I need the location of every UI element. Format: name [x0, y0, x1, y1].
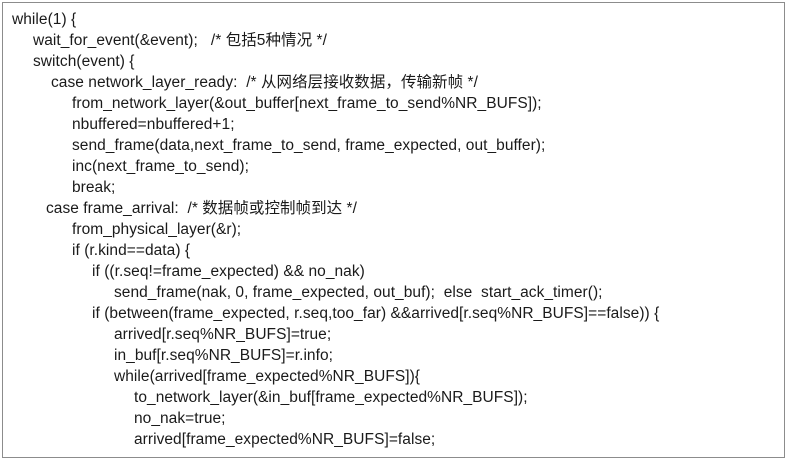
code-text: send_frame(data,next_frame_to_send, fram…: [72, 137, 546, 154]
code-line: arrived[frame_expected%NR_BUFS]=false;: [3, 429, 784, 450]
code-line: send_frame(data,next_frame_to_send, fram…: [3, 135, 784, 156]
code-text: nbuffered=nbuffered+1;: [72, 116, 235, 133]
code-text: wait_for_event(&event); /* 包括5种情况 */: [33, 32, 327, 49]
code-line: case network_layer_ready: /* 从网络层接收数据，传输…: [3, 72, 784, 93]
code-line: switch(event) {: [3, 51, 784, 72]
code-text: from_physical_layer(&r);: [72, 221, 242, 238]
code-line: from_physical_layer(&r);: [3, 219, 784, 240]
code-text: send_frame(nak, 0, frame_expected, out_b…: [114, 284, 603, 301]
code-line: wait_for_event(&event); /* 包括5种情况 */: [3, 30, 784, 51]
code-line: case frame_arrival: /* 数据帧或控制帧到达 */: [3, 198, 784, 219]
code-line: arrived[r.seq%NR_BUFS]=true;: [3, 324, 784, 345]
code-text: break;: [72, 179, 116, 196]
code-text: arrived[r.seq%NR_BUFS]=true;: [114, 326, 332, 343]
code-text: no_nak=true;: [134, 410, 226, 427]
code-line: from_network_layer(&out_buffer[next_fram…: [3, 93, 784, 114]
code-line: inc(next_frame_to_send);: [3, 156, 784, 177]
code-text: if (r.kind==data) {: [72, 242, 191, 259]
code-line: break;: [3, 177, 784, 198]
code-text: arrived[frame_expected%NR_BUFS]=false;: [134, 431, 436, 448]
code-text: if ((r.seq!=frame_expected) && no_nak): [92, 263, 365, 280]
code-text: to_network_layer(&in_buf[frame_expected%…: [134, 389, 528, 406]
code-line: nbuffered=nbuffered+1;: [3, 114, 784, 135]
code-text: case frame_arrival: /* 数据帧或控制帧到达 */: [46, 200, 357, 217]
code-text: while(1) {: [12, 11, 77, 28]
code-line: while(arrived[frame_expected%NR_BUFS]){: [3, 366, 784, 387]
code-line: no_nak=true;: [3, 408, 784, 429]
code-block: while(1) { wait_for_event(&event); /* 包括…: [3, 9, 784, 450]
code-text: inc(next_frame_to_send);: [72, 158, 249, 175]
code-text: while(arrived[frame_expected%NR_BUFS]){: [114, 368, 421, 385]
code-line: while(1) {: [3, 9, 784, 30]
code-line: if ((r.seq!=frame_expected) && no_nak): [3, 261, 784, 282]
code-text: from_network_layer(&out_buffer[next_fram…: [72, 95, 542, 112]
code-line: if (r.kind==data) {: [3, 240, 784, 261]
code-text: if (between(frame_expected, r.seq,too_fa…: [92, 305, 660, 322]
code-line: in_buf[r.seq%NR_BUFS]=r.info;: [3, 345, 784, 366]
code-frame: while(1) { wait_for_event(&event); /* 包括…: [2, 2, 785, 458]
code-text: in_buf[r.seq%NR_BUFS]=r.info;: [114, 347, 333, 364]
code-text: switch(event) {: [33, 53, 135, 70]
code-text: case network_layer_ready: /* 从网络层接收数据，传输…: [51, 74, 478, 91]
code-line: if (between(frame_expected, r.seq,too_fa…: [3, 303, 784, 324]
code-line: to_network_layer(&in_buf[frame_expected%…: [3, 387, 784, 408]
code-line: send_frame(nak, 0, frame_expected, out_b…: [3, 282, 784, 303]
